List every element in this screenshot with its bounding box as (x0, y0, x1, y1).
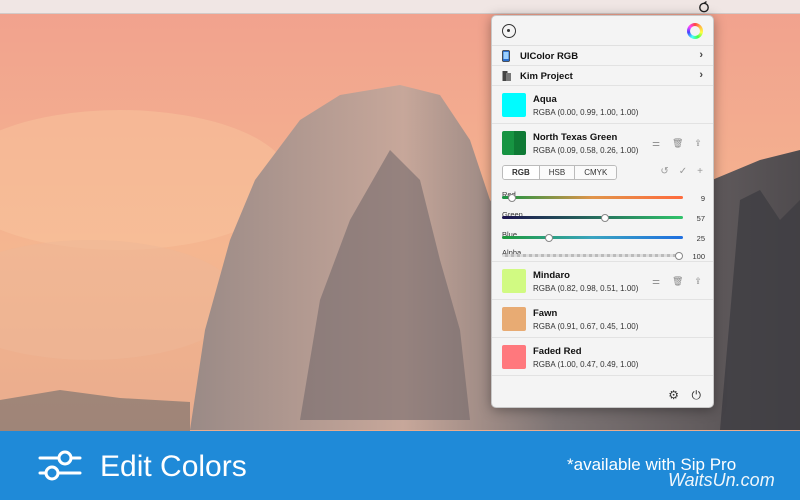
share-icon[interactable]: ⇪ (693, 138, 703, 148)
slider-knob[interactable] (600, 213, 609, 222)
chevron-right-icon: › (699, 69, 703, 81)
color-name: Aqua (533, 94, 557, 105)
slider-blue: Blue 25 (502, 224, 705, 244)
slider-track[interactable] (502, 196, 683, 199)
nav-row-label: Kim Project (520, 71, 573, 82)
slider-knob[interactable] (545, 233, 554, 242)
slider-value: 100 (692, 252, 705, 261)
color-name: Faded Red (533, 346, 582, 357)
adjust-icon[interactable]: ⚌ (651, 138, 661, 148)
slider-value: 9 (700, 194, 705, 203)
color-swatch[interactable] (502, 345, 526, 369)
mode-rgb[interactable]: RGB (503, 166, 540, 179)
palette-icon (502, 71, 511, 81)
nav-row-uicolor-rgb[interactable]: UIColor RGB › (492, 46, 713, 66)
color-name: Mindaro (533, 270, 570, 281)
color-value: RGBA (0.82, 0.98, 0.51, 1.00) (533, 284, 639, 293)
banner-title: Edit Colors (100, 450, 247, 483)
color-wheel-icon[interactable] (687, 23, 703, 39)
color-swatch[interactable] (502, 131, 526, 155)
color-picker-icon[interactable] (502, 24, 516, 38)
color-row-fawn[interactable]: Fawn RGBA (0.91, 0.67, 0.45, 1.00) (492, 300, 713, 338)
slider-track[interactable] (502, 216, 683, 219)
adjust-icon[interactable]: ⚌ (651, 276, 661, 286)
nav-row-label: UIColor RGB (520, 51, 579, 62)
gear-icon[interactable]: ⚙ (668, 388, 679, 402)
color-name: Fawn (533, 308, 558, 319)
menu-bar (0, 0, 800, 14)
nav-row-kim-project[interactable]: Kim Project › (492, 66, 713, 86)
color-value: RGBA (0.00, 0.99, 1.00, 1.00) (533, 108, 639, 117)
slider-value: 57 (696, 214, 705, 223)
color-row-mindaro[interactable]: Mindaro RGBA (0.82, 0.98, 0.51, 1.00) ⚌ … (492, 262, 713, 300)
mode-segmented-control: RGB HSB CMYK (502, 165, 618, 180)
checkmark-icon[interactable]: ✓ (679, 166, 687, 177)
color-swatch[interactable] (502, 269, 526, 293)
power-icon[interactable]: ⏻ (692, 388, 702, 403)
sip-popover-panel: UIColor RGB › Kim Project › Aqua RGBA (0… (491, 15, 714, 408)
color-value: RGBA (0.91, 0.67, 0.45, 1.00) (533, 322, 639, 331)
mode-hsb[interactable]: HSB (539, 166, 576, 179)
panel-footer: ⚙ ⏻ (492, 383, 713, 407)
slider-track[interactable] (502, 236, 683, 239)
share-icon[interactable]: ⇪ (693, 276, 703, 286)
slider-knob[interactable] (508, 193, 517, 202)
color-editor: RGB HSB CMYK ↺ ✓ + Red 9 Green 57 Blue 2… (492, 162, 713, 262)
slider-track[interactable] (502, 254, 683, 257)
trash-icon[interactable]: 🗑 (672, 276, 683, 286)
color-swatch[interactable] (502, 93, 526, 117)
phone-icon (502, 50, 510, 62)
slider-alpha: Alpha 100 (502, 242, 705, 262)
color-row-aqua[interactable]: Aqua RGBA (0.00, 0.99, 1.00, 1.00) (492, 86, 713, 124)
color-swatch[interactable] (502, 307, 526, 331)
plus-icon[interactable]: + (697, 166, 703, 177)
color-value: RGBA (0.09, 0.58, 0.26, 1.00) (533, 146, 639, 155)
sip-menubar-icon[interactable] (698, 1, 710, 13)
mode-cmyk[interactable]: CMYK (575, 166, 617, 179)
slider-red: Red 9 (502, 184, 705, 204)
color-value: RGBA (1.00, 0.47, 0.49, 1.00) (533, 360, 639, 369)
watermark: WaitsUn.com (668, 470, 775, 490)
trash-icon[interactable]: 🗑 (672, 138, 683, 148)
slider-green: Green 57 (502, 204, 705, 224)
sliders-icon (38, 450, 82, 481)
undo-icon[interactable]: ↺ (660, 166, 668, 177)
chevron-right-icon: › (699, 49, 703, 61)
panel-header (492, 16, 713, 46)
slider-knob[interactable] (675, 251, 683, 260)
color-row-faded-red[interactable]: Faded Red RGBA (1.00, 0.47, 0.49, 1.00) (492, 338, 713, 376)
color-name: North Texas Green (533, 132, 618, 143)
color-row-north-texas-green[interactable]: North Texas Green RGBA (0.09, 0.58, 0.26… (492, 124, 713, 162)
